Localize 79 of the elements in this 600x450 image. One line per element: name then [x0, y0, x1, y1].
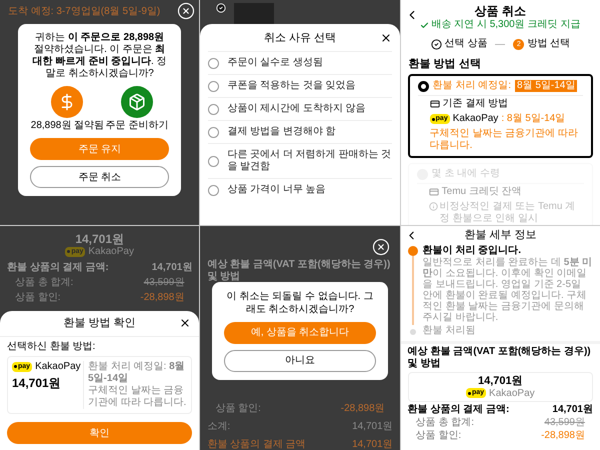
close-icon[interactable] — [380, 32, 392, 44]
date-note: 구체적인 날짜는 금융기관에 따라 다릅니다. — [88, 384, 188, 408]
close-icon[interactable] — [372, 238, 390, 256]
reason-option[interactable]: 다른 곳에서 더 저렴하게 판매하는 것을 발견함 — [208, 143, 392, 178]
sheet-title: 환불 방법 확인 — [64, 316, 136, 330]
radio-button[interactable] — [208, 58, 220, 68]
method-source: Temu 크레딧 잔액 — [442, 186, 522, 198]
info-text: 비정상적인 결제 또는 Temu 계정 환불으로 인해 일시 — [440, 201, 576, 224]
date-note: 구체적인 날짜는 금융기관에 따라 다릅니다. — [428, 128, 579, 152]
row-value: 43,599원 — [544, 416, 585, 428]
timeline-title: 환불이 처리 중입니다. — [422, 244, 522, 256]
row-value: -28,898원 — [340, 402, 385, 414]
step-label: 방법 선택 — [527, 38, 570, 50]
reason-option[interactable]: 결제 방법을 변경해야 함 — [208, 120, 392, 143]
row-value: 14,701원 — [552, 404, 593, 416]
card-icon — [430, 99, 440, 109]
method-source: 기존 결제 방법 — [442, 98, 508, 110]
row-label: 상품 할인: — [416, 430, 462, 442]
method-label: 선택하신 환불 방법: — [6, 340, 96, 352]
page-title: 상품 취소 — [474, 4, 526, 19]
row-label: 상품 할인: — [215, 402, 261, 414]
dialog-message: 귀하는 이 주문으로 28,898원 절약하셨습니다. 이 주문은 최대한 빠르게 준비 중입니다. 정말로 취소하시겠습니까? — [32, 32, 168, 80]
row-label: 환불 상품의 결제 금액 — [207, 438, 306, 450]
row-value: -28,898원 — [140, 292, 184, 304]
reason-option[interactable]: 상품이 제시간에 도착하지 않음 — [208, 97, 392, 120]
cancel-order-button[interactable]: 주문 취소 — [30, 166, 170, 188]
timeline-description: 일반적으로 처리를 완료하는 데 5분 미만이 소요됩니다. 이후에 확인 이메일을 보내드립니다. 영업일 기준 2-5일 안에 환불이 완료될 예정입니다. 구체적인 환불 날짜는 금융기관에 문의해 주시길 바랍니다. — [422, 256, 593, 322]
radio-button[interactable] — [418, 80, 429, 92]
radio-button[interactable] — [208, 126, 220, 138]
benefit-label: 28,898원 절약됨 — [30, 120, 104, 132]
radio-button[interactable] — [208, 80, 220, 92]
check-circle-icon — [216, 3, 226, 13]
refund-amount: 14,701원 — [478, 374, 523, 388]
provider-name: KakaoPay — [452, 113, 498, 125]
section-title: 환불 방법 선택 — [408, 57, 482, 72]
reason-option[interactable]: 쿠폰을 적용하는 것을 잊었음 — [208, 74, 392, 97]
close-icon[interactable] — [177, 2, 196, 20]
card-icon — [428, 187, 439, 197]
radio-button[interactable] — [208, 156, 220, 166]
row-value: -28,898원 — [541, 430, 585, 442]
delay-credit-notice: 배송 지연 시 5,300원 크레딧 지급 — [431, 19, 580, 31]
method-title: 환불 처리 예정일: — [432, 80, 511, 92]
benefit-label: 주문 준비하기 — [106, 120, 169, 132]
info-icon — [428, 202, 438, 211]
provider-name: KakaoPay — [35, 360, 81, 372]
package-icon — [121, 86, 154, 118]
step-label: 선택 상품 — [444, 38, 488, 50]
reason-option[interactable]: 상품 가격이 너무 높음 — [208, 178, 392, 201]
row-value: 14,701원 — [152, 262, 192, 274]
row-value: 43,599원 — [144, 276, 184, 288]
row-value: 14,701원 — [352, 438, 393, 450]
timeline-title: 환불 처리됨 — [422, 324, 476, 336]
dialog-message: 이 취소는 되돌릴 수 없습니다. 그래도 취소하시겠습니까? — [226, 290, 374, 316]
close-icon[interactable] — [179, 316, 192, 328]
section-title: 예상 환불 금액(VAT 포함(해당하는 경우)) 및 방법 — [406, 344, 592, 370]
sheet-title: 취소 사유 선택 — [264, 32, 336, 45]
date-badge: 8월 5일-14일 — [515, 80, 578, 92]
arrival-heading: 도착 예정: 3-7영업일(8월 5일-9일) — [8, 6, 160, 18]
provider-name: KakaoPay — [489, 388, 535, 398]
refund-amount: 14,701원 — [12, 376, 62, 390]
radio-button[interactable] — [208, 104, 220, 114]
row-label: 환불 상품의 결제 금액: — [7, 262, 109, 274]
photo-placeholder — [234, 3, 274, 24]
check-icon — [420, 20, 430, 30]
refund-amount: 14,701원 — [75, 232, 124, 246]
row-label: 상품 총 합계: — [416, 416, 474, 428]
radio-button[interactable] — [208, 184, 220, 196]
decline-button[interactable]: 아니요 — [224, 350, 376, 372]
row-label: 환불 상품의 결제 금액: — [408, 404, 510, 416]
page-title: 환불 세부 정보 — [464, 228, 536, 242]
row-label: 소계: — [207, 420, 230, 432]
row-label: 상품 할인: — [15, 292, 61, 304]
provider-date: : 8월 5일-14일 — [501, 113, 566, 125]
section-title: 예상 환불 금액(VAT 포함(해당하는 경우)) 및 방법 — [207, 258, 392, 282]
provider-name: KakaoPay — [88, 246, 134, 258]
row-label: 상품 총 합계: — [15, 276, 74, 288]
refund-schedule: 환불 처리 예정일: 8월 5일-14일 — [88, 360, 186, 384]
reason-option[interactable]: 주문이 실수로 생성됨 — [208, 51, 392, 74]
row-value: 14,701원 — [352, 420, 393, 432]
